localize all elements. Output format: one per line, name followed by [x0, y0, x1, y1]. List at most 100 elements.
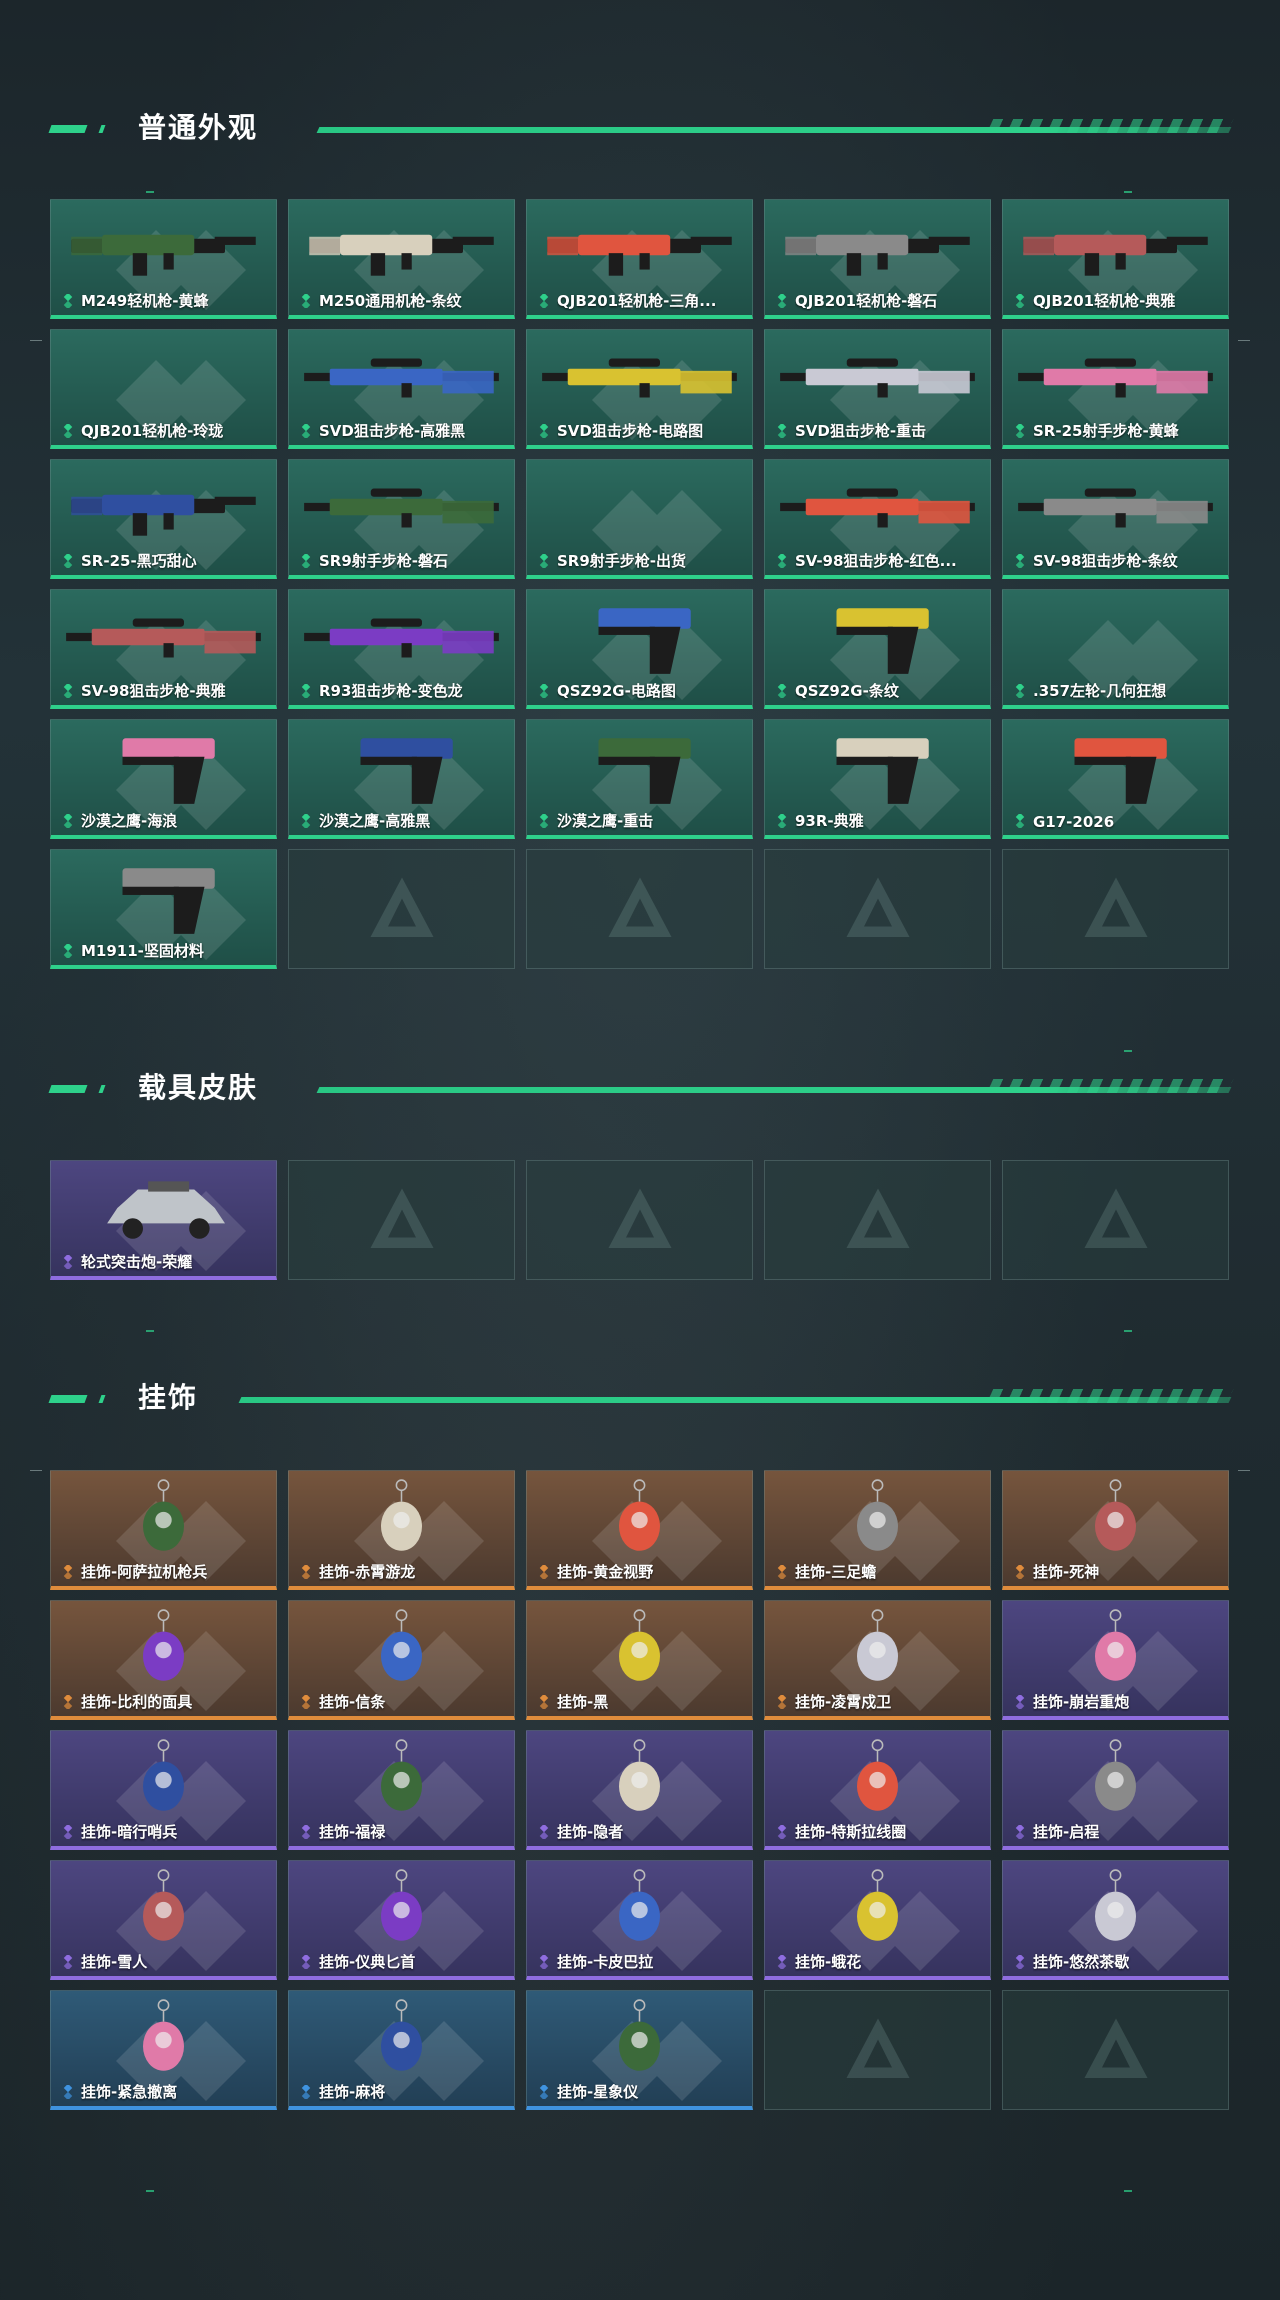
- charms-card[interactable]: 挂饰-崩岩重炮: [1002, 1600, 1229, 1720]
- charms-card[interactable]: 挂饰-特斯拉线圈: [764, 1730, 991, 1850]
- skins-card[interactable]: QSZ92G-电路图: [526, 589, 753, 709]
- skins-card[interactable]: M1911-坚固材料: [50, 849, 277, 969]
- charm-icon: [59, 1477, 268, 1559]
- skins-card[interactable]: QJB201轻机枪-磐石: [764, 199, 991, 319]
- charm-icon: [1011, 1607, 1220, 1689]
- empty-slot: [764, 1990, 991, 2110]
- charms-card[interactable]: 挂饰-凌霄戍卫: [764, 1600, 991, 1720]
- skins-card[interactable]: R93狙击步枪-变色龙: [288, 589, 515, 709]
- charms-card[interactable]: 挂饰-阿萨拉机枪兵: [50, 1470, 277, 1590]
- item-name: M250通用机枪-条纹: [319, 292, 462, 310]
- charms-card[interactable]: 挂饰-信条: [288, 1600, 515, 1720]
- rarity-icon: [775, 1823, 789, 1841]
- item-name: 挂饰-星象仪: [557, 2083, 639, 2101]
- charms-card[interactable]: 挂饰-卡皮巴拉: [526, 1860, 753, 1980]
- skins-card[interactable]: SV-98狙击步枪-典雅: [50, 589, 277, 709]
- charms-card[interactable]: 挂饰-星象仪: [526, 1990, 753, 2110]
- rarity-icon: [775, 422, 789, 440]
- section-title-vehicles: 载具皮肤: [138, 1071, 259, 1104]
- charm-icon: [297, 1867, 506, 1949]
- charms-card[interactable]: 挂饰-暗行哨兵: [50, 1730, 277, 1850]
- skins-card[interactable]: QJB201轻机枪-三角...: [526, 199, 753, 319]
- item-name: 挂饰-三足蟾: [795, 1563, 877, 1581]
- skins-card[interactable]: SR9射手步枪-出货: [526, 459, 753, 579]
- corner-tick: [146, 2190, 154, 2192]
- skins-card[interactable]: 93R-典雅: [764, 719, 991, 839]
- item-name: 挂饰-雪人: [81, 1953, 148, 1971]
- section-header-skins: 普通外观: [48, 110, 1234, 146]
- corner-tick: [1124, 1330, 1132, 1332]
- vehicles-grid: 轮式突击炮-荣耀: [50, 1160, 1230, 1280]
- rarity-icon: [299, 422, 313, 440]
- empty-slot: [288, 1160, 515, 1280]
- item-name: 挂饰-麻将: [319, 2083, 386, 2101]
- vehicles-card[interactable]: 轮式突击炮-荣耀: [50, 1160, 277, 1280]
- logo-emblem-icon: [367, 1185, 437, 1255]
- item-name: 挂饰-黄金视野: [557, 1563, 654, 1581]
- rarity-icon: [1013, 1693, 1027, 1711]
- charms-card[interactable]: 挂饰-赤霄游龙: [288, 1470, 515, 1590]
- skins-card[interactable]: G17-2026: [1002, 719, 1229, 839]
- pistol-icon: [773, 596, 982, 678]
- logo-emblem-icon: [843, 2015, 913, 2085]
- item-name: QSZ92G-电路图: [557, 682, 676, 700]
- skins-card[interactable]: SR-25-黑巧甜心: [50, 459, 277, 579]
- item-name: SV-98狙击步枪-条纹: [1033, 552, 1178, 570]
- charms-card[interactable]: 挂饰-麻将: [288, 1990, 515, 2110]
- rifle-icon: [297, 206, 506, 288]
- corner-tick: [1124, 1050, 1132, 1052]
- header-decoration: [48, 1395, 88, 1403]
- rarity-icon: [61, 552, 75, 570]
- sniper-icon: [773, 466, 982, 548]
- pistol-icon: [1011, 726, 1220, 808]
- corner-tick: [146, 1330, 154, 1332]
- item-name: 挂饰-蛾花: [795, 1953, 862, 1971]
- vehicle-icon: [59, 1167, 268, 1249]
- rarity-icon: [537, 1953, 551, 1971]
- item-name: QJB201轻机枪-玲珑: [81, 422, 224, 440]
- skins-card[interactable]: SV-98狙击步枪-条纹: [1002, 459, 1229, 579]
- charms-card[interactable]: 挂饰-启程: [1002, 1730, 1229, 1850]
- charms-card[interactable]: 挂饰-隐者: [526, 1730, 753, 1850]
- skins-card[interactable]: M249轻机枪-黄蜂: [50, 199, 277, 319]
- skins-card[interactable]: SR-25射手步枪-黄蜂: [1002, 329, 1229, 449]
- rifle-icon: [59, 206, 268, 288]
- item-name: SR-25射手步枪-黄蜂: [1033, 422, 1179, 440]
- skins-card[interactable]: SV-98狙击步枪-红色...: [764, 459, 991, 579]
- item-name: SR-25-黑巧甜心: [81, 552, 197, 570]
- skins-card[interactable]: SVD狙击步枪-高雅黑: [288, 329, 515, 449]
- item-name: 挂饰-死神: [1033, 1563, 1100, 1581]
- skins-card[interactable]: 沙漠之鹰-高雅黑: [288, 719, 515, 839]
- charms-card[interactable]: 挂饰-三足蟾: [764, 1470, 991, 1590]
- item-name: 挂饰-福禄: [319, 1823, 386, 1841]
- skins-card[interactable]: SVD狙击步枪-重击: [764, 329, 991, 449]
- charms-card[interactable]: 挂饰-紧急撤离: [50, 1990, 277, 2110]
- pistol-icon: [535, 596, 744, 678]
- charms-card[interactable]: 挂饰-福禄: [288, 1730, 515, 1850]
- skins-card[interactable]: QJB201轻机枪-典雅: [1002, 199, 1229, 319]
- sniper-icon: [59, 596, 268, 678]
- charms-card[interactable]: 挂饰-雪人: [50, 1860, 277, 1980]
- rarity-icon: [537, 682, 551, 700]
- skins-card[interactable]: QJB201轻机枪-玲珑: [50, 329, 277, 449]
- skins-card[interactable]: M250通用机枪-条纹: [288, 199, 515, 319]
- charms-card[interactable]: 挂饰-黄金视野: [526, 1470, 753, 1590]
- skins-card[interactable]: 沙漠之鹰-重击: [526, 719, 753, 839]
- skins-card[interactable]: SVD狙击步枪-电路图: [526, 329, 753, 449]
- charms-card[interactable]: 挂饰-悠然茶歇: [1002, 1860, 1229, 1980]
- charms-card[interactable]: 挂饰-黑: [526, 1600, 753, 1720]
- rarity-icon: [1013, 1953, 1027, 1971]
- skins-card[interactable]: SR9射手步枪-磐石: [288, 459, 515, 579]
- charm-icon: [535, 1607, 744, 1689]
- item-name: M249轻机枪-黄蜂: [81, 292, 209, 310]
- skins-card[interactable]: QSZ92G-条纹: [764, 589, 991, 709]
- charms-card[interactable]: 挂饰-仪典匕首: [288, 1860, 515, 1980]
- charms-card[interactable]: 挂饰-死神: [1002, 1470, 1229, 1590]
- item-name: QJB201轻机枪-典雅: [1033, 292, 1176, 310]
- charms-grid: 挂饰-阿萨拉机枪兵 挂饰-赤霄游龙 挂饰-黄金视野 挂饰-三足蟾 挂饰-死神 挂: [50, 1470, 1230, 2110]
- charms-card[interactable]: 挂饰-比利的面具: [50, 1600, 277, 1720]
- rarity-icon: [1013, 552, 1027, 570]
- skins-card[interactable]: 沙漠之鹰-海浪: [50, 719, 277, 839]
- skins-card[interactable]: .357左轮-几何狂想: [1002, 589, 1229, 709]
- charms-card[interactable]: 挂饰-蛾花: [764, 1860, 991, 1980]
